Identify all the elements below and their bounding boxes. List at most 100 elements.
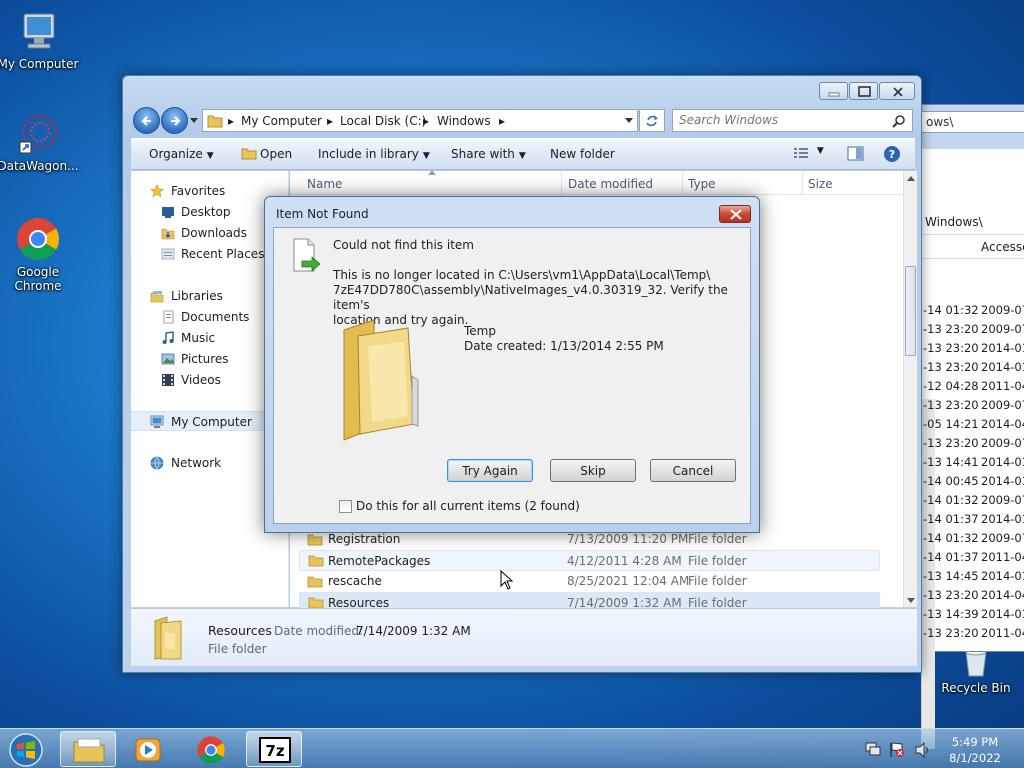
background-file-row[interactable]: -13 23:202014-01- (921, 339, 1024, 358)
background-file-row[interactable]: -14 01:372014-01- (921, 510, 1024, 529)
desktop-icon-recycle-bin[interactable]: Recycle Bin (934, 648, 1018, 695)
column-date-modified[interactable]: Date modified (568, 177, 653, 191)
nav-label: Documents (181, 310, 250, 324)
share-with-button[interactable]: Share with ▼ (451, 147, 526, 161)
file-row[interactable]: rescache 8/25/2021 12:04 AM File folder (299, 571, 880, 592)
cancel-button[interactable]: Cancel (650, 459, 736, 482)
background-address-bar[interactable]: ows\ (921, 111, 1024, 133)
background-explorer-window[interactable]: ows\ Windows\ Accesse -14 01:322009-07--… (906, 104, 1024, 749)
taskbar-chrome[interactable] (184, 731, 240, 767)
item-not-found-dialog[interactable]: Item Not Found Could not find this item … (264, 196, 760, 533)
preview-pane-button[interactable] (847, 146, 864, 164)
background-modified-cell: -14 01:37 (923, 550, 979, 564)
nav-label: Recent Places (181, 247, 265, 261)
organize-button[interactable]: Organize ▼ (149, 147, 214, 161)
details-date-label: Date modified: (274, 624, 364, 638)
background-accessed-cell: 2011-04- (981, 379, 1024, 393)
folder-icon (207, 115, 223, 128)
background-file-row[interactable]: -13 23:202009-07- (921, 320, 1024, 339)
background-accessed-cell: 2014-01- (981, 512, 1024, 526)
background-file-row[interactable]: -13 23:202011-04- (921, 624, 1024, 643)
taskbar-media-player[interactable] (120, 731, 176, 767)
search-box[interactable] (672, 109, 913, 132)
details-date-value: 7/14/2009 1:32 AM (356, 624, 471, 638)
help-button[interactable]: ? (883, 145, 901, 166)
apply-to-all-label[interactable]: Do this for all current items (2 found) (356, 499, 580, 513)
volume-icon[interactable] (914, 742, 932, 758)
network-tray-icon[interactable] (864, 741, 882, 757)
7zip-icon: 7z (259, 737, 291, 763)
dialog-close-button[interactable] (719, 205, 751, 223)
background-file-row[interactable]: -05 14:212014-04- (921, 415, 1024, 434)
action-center-flag-icon[interactable] (888, 741, 906, 759)
try-again-button[interactable]: Try Again (447, 459, 533, 482)
details-pane: Resources Date modified: 7/14/2009 1:32 … (131, 608, 917, 666)
open-button[interactable]: Open (241, 147, 292, 161)
background-file-row[interactable]: -13 14:452014-01- (921, 567, 1024, 586)
background-file-rows: -14 01:322009-07--13 23:202009-07--13 23… (921, 301, 1024, 643)
forward-button[interactable] (161, 107, 188, 134)
back-button[interactable] (133, 107, 160, 134)
desktop-icon-chrome[interactable]: Google Chrome (0, 216, 80, 293)
background-file-row[interactable]: -14 01:372011-04- (921, 548, 1024, 567)
scroll-up-icon[interactable] (907, 176, 915, 181)
background-file-row[interactable]: -13 23:202009-07- (921, 396, 1024, 415)
file-name: Registration (328, 532, 401, 546)
background-file-row[interactable]: -13 23:202014-04- (921, 586, 1024, 605)
command-bar: Organize ▼ Open Include in library ▼ Share… (131, 138, 915, 170)
file-row[interactable]: RemotePackages 4/12/2011 4:28 AM File fo… (299, 550, 880, 571)
background-file-row[interactable]: -14 01:322009-07- (921, 491, 1024, 510)
breadcrumb-windows[interactable]: Windows (437, 114, 491, 128)
breadcrumb-my-computer[interactable]: My Computer (241, 114, 322, 128)
taskbar-explorer[interactable] (60, 731, 116, 767)
background-file-row[interactable]: -12 04:282011-04- (921, 377, 1024, 396)
background-accessed-cell: 2014-01- (981, 455, 1024, 469)
documents-icon (163, 310, 174, 324)
background-file-row[interactable]: -14 00:452014-01- (921, 472, 1024, 491)
background-column-header[interactable]: Accesse (921, 235, 1024, 259)
background-modified-cell: -05 14:21 (923, 417, 979, 431)
search-icon[interactable] (892, 114, 906, 128)
desktop-icon-datawagon[interactable]: DataWagon... (0, 112, 80, 173)
scroll-down-icon[interactable] (907, 598, 915, 603)
maximize-button[interactable] (849, 82, 878, 100)
apply-to-all-checkbox[interactable] (339, 500, 352, 513)
column-size[interactable]: Size (808, 177, 833, 191)
desktop-icon-my-computer[interactable]: My Computer (0, 10, 80, 71)
new-folder-button[interactable]: New folder (550, 147, 615, 161)
search-input[interactable] (679, 113, 889, 127)
datawagon-icon (19, 115, 57, 154)
close-button[interactable] (879, 82, 915, 100)
include-in-library-button[interactable]: Include in library ▼ (318, 147, 430, 161)
column-type[interactable]: Type (688, 177, 716, 191)
background-file-row[interactable]: -14 01:322009-07- (921, 529, 1024, 548)
desktop-icon (162, 207, 174, 218)
refresh-button[interactable] (639, 109, 665, 132)
address-bar[interactable]: ▸ My Computer ▸ Local Disk (C:) ▸ Window… (202, 109, 638, 132)
folder-icon (307, 534, 323, 546)
background-file-row[interactable]: -14 01:322009-07- (921, 301, 1024, 320)
breadcrumb-local-disk[interactable]: Local Disk (C:) (340, 114, 426, 128)
windows-orb-icon (9, 733, 43, 767)
recent-places-icon (161, 248, 175, 260)
taskbar-7zip[interactable]: 7z (246, 731, 302, 767)
recent-pages-dropdown-icon[interactable] (190, 118, 198, 124)
folder-icon (308, 555, 324, 567)
address-dropdown-icon[interactable] (625, 118, 633, 124)
start-button[interactable] (4, 731, 48, 767)
file-list-scrollbar[interactable] (903, 171, 917, 607)
scroll-thumb[interactable] (905, 266, 916, 356)
background-file-row[interactable]: -13 23:202014-01- (921, 358, 1024, 377)
view-options-button[interactable]: ▼ (793, 146, 824, 163)
column-name[interactable]: Name (307, 177, 342, 191)
minimize-button[interactable] (819, 82, 848, 100)
music-icon (162, 331, 174, 344)
background-file-row[interactable]: -13 14:392014-01- (921, 605, 1024, 624)
clock[interactable]: 5:49 PM 8/1/2022 (940, 734, 1010, 766)
include-label: Include in library (318, 147, 419, 161)
libraries-icon (150, 291, 164, 303)
background-file-row[interactable]: -13 23:202009-07- (921, 434, 1024, 453)
background-file-row[interactable]: -13 14:412014-01- (921, 453, 1024, 472)
skip-button[interactable]: Skip (550, 459, 636, 482)
background-modified-cell: -14 00:45 (923, 474, 979, 488)
